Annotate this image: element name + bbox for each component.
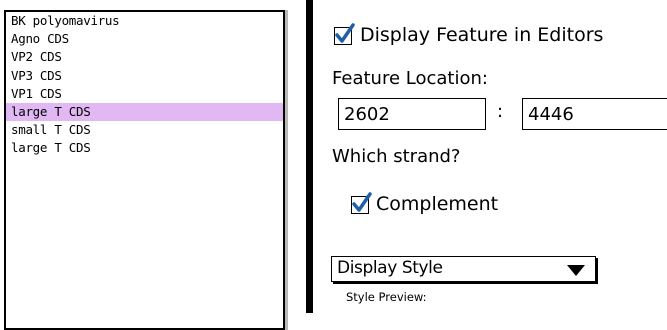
location-separator: : — [497, 101, 504, 122]
complement-checkbox[interactable] — [351, 192, 372, 214]
checkmark-icon — [352, 192, 372, 212]
checkmark-icon — [335, 23, 355, 43]
strand-question-label: Which strand? — [332, 146, 461, 167]
display-style-value: Display Style — [337, 258, 443, 278]
feature-list-item[interactable]: VP1 CDS — [6, 85, 283, 103]
feature-list-item[interactable]: large T CDS — [6, 102, 283, 122]
display-style-dropdown[interactable]: Display Style — [331, 256, 596, 282]
feature-list-item[interactable]: Agno CDS — [6, 30, 283, 48]
panel-divider — [306, 0, 313, 313]
display-in-editors-checkbox[interactable] — [334, 23, 355, 45]
feature-list-item[interactable]: large T CDS — [6, 139, 283, 157]
triangle-down-icon — [567, 265, 585, 276]
display-in-editors-label: Display Feature in Editors — [360, 24, 604, 46]
feature-list-item[interactable]: VP3 CDS — [6, 67, 283, 85]
complement-label: Complement — [376, 193, 499, 215]
feature-list-items: BK polyomavirus Agno CDS VP2 CDS VP3 CDS VP1… — [6, 12, 283, 158]
feature-list[interactable]: BK polyomavirus Agno CDS VP2 CDS VP3 CDS VP1… — [4, 10, 285, 330]
feature-list-item[interactable]: VP2 CDS — [6, 48, 283, 66]
feature-list-item[interactable]: BK polyomavirus — [6, 12, 283, 30]
style-preview-label: Style Preview: — [346, 290, 427, 304]
location-start-field[interactable] — [338, 98, 486, 130]
feature-list-item[interactable]: small T CDS — [6, 121, 283, 139]
location-end-field[interactable] — [522, 98, 667, 130]
feature-location-label: Feature Location: — [332, 68, 488, 89]
